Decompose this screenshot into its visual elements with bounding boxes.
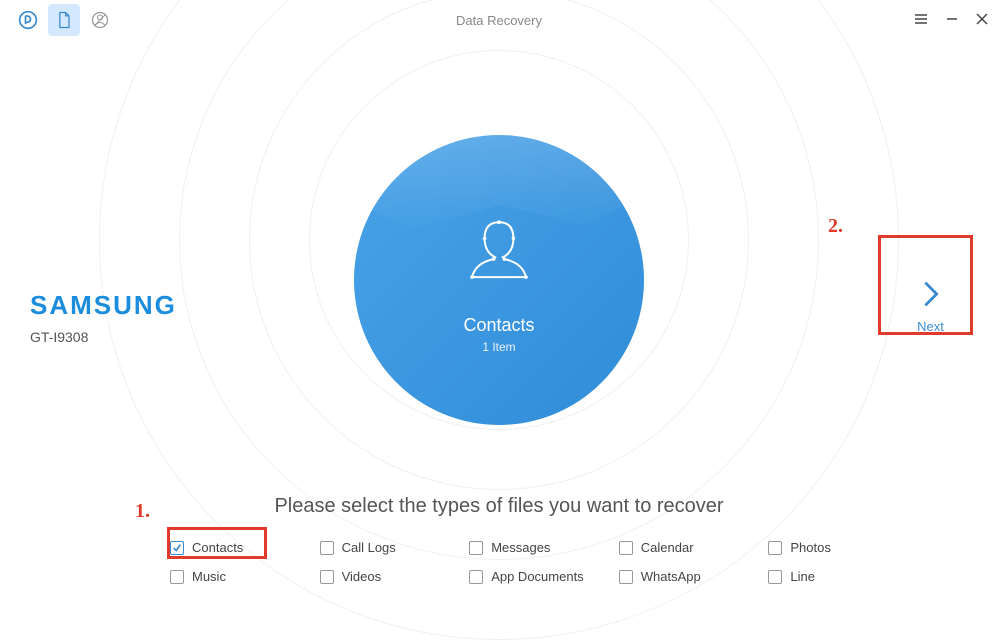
device-brand: SAMSUNG xyxy=(30,290,177,321)
file-type-label: Photos xyxy=(790,540,830,555)
minimize-button[interactable] xyxy=(946,12,958,28)
close-button[interactable] xyxy=(976,12,988,28)
file-type-messages[interactable]: Messages xyxy=(469,540,619,555)
home-tool-button[interactable] xyxy=(12,4,44,36)
file-type-label: Call Logs xyxy=(342,540,396,555)
selection-category: Contacts xyxy=(463,315,534,336)
minimize-icon xyxy=(946,13,958,25)
file-type-label: Videos xyxy=(342,569,382,584)
device-info: SAMSUNG GT-I9308 xyxy=(30,290,177,345)
file-type-calendar[interactable]: Calendar xyxy=(619,540,769,555)
checkbox-icon xyxy=(619,541,633,555)
file-type-label: Calendar xyxy=(641,540,694,555)
toolbar-left xyxy=(12,4,116,36)
selection-count: 1 Item xyxy=(482,340,515,354)
checkbox-icon xyxy=(469,570,483,584)
checkbox-icon xyxy=(320,570,334,584)
checkbox-icon xyxy=(469,541,483,555)
file-type-label: Messages xyxy=(491,540,550,555)
no-person-icon xyxy=(90,10,110,30)
main-area: SAMSUNG GT-I9308 Contacts 1 Item 2. Next… xyxy=(0,40,998,617)
file-type-label: WhatsApp xyxy=(641,569,701,584)
annotation-2: 2. xyxy=(828,215,843,238)
instruction-text: Please select the types of files you wan… xyxy=(274,495,723,518)
checkbox-icon xyxy=(768,570,782,584)
file-type-row: Music Videos App Documents WhatsApp Line xyxy=(170,569,918,584)
chevron-right-icon xyxy=(914,277,948,311)
checkbox-icon xyxy=(619,570,633,584)
file-type-label: Line xyxy=(790,569,815,584)
checkbox-icon xyxy=(320,541,334,555)
device-model: GT-I9308 xyxy=(30,329,177,345)
file-type-music[interactable]: Music xyxy=(170,569,320,584)
file-type-line[interactable]: Line xyxy=(768,569,918,584)
file-type-grid: Contacts Call Logs Messages Calendar Pho… xyxy=(170,540,918,598)
contacts-icon xyxy=(454,206,544,301)
file-type-videos[interactable]: Videos xyxy=(320,569,470,584)
file-type-row: Contacts Call Logs Messages Calendar Pho… xyxy=(170,540,918,555)
next-button[interactable]: Next xyxy=(893,265,968,345)
user-tool-button[interactable] xyxy=(84,4,116,36)
file-type-contacts[interactable]: Contacts xyxy=(170,540,320,555)
annotation-1: 1. xyxy=(135,500,150,523)
file-type-app-documents[interactable]: App Documents xyxy=(469,569,619,584)
checkbox-icon xyxy=(170,570,184,584)
next-area: Next xyxy=(893,265,968,345)
close-icon xyxy=(976,13,988,25)
checkbox-icon xyxy=(170,541,184,555)
data-recovery-tool-button[interactable] xyxy=(48,4,80,36)
file-type-label: Contacts xyxy=(192,540,243,555)
file-type-label: App Documents xyxy=(491,569,584,584)
file-type-photos[interactable]: Photos xyxy=(768,540,918,555)
next-label: Next xyxy=(917,319,944,334)
menu-button[interactable] xyxy=(914,12,928,29)
window-controls xyxy=(914,12,988,29)
document-icon xyxy=(54,10,74,30)
file-type-call-logs[interactable]: Call Logs xyxy=(320,540,470,555)
app-logo-icon xyxy=(18,10,38,30)
hamburger-icon xyxy=(914,12,928,26)
checkbox-icon xyxy=(768,541,782,555)
file-type-label: Music xyxy=(192,569,226,584)
file-type-whatsapp[interactable]: WhatsApp xyxy=(619,569,769,584)
selection-preview-circle: Contacts 1 Item xyxy=(354,135,644,425)
